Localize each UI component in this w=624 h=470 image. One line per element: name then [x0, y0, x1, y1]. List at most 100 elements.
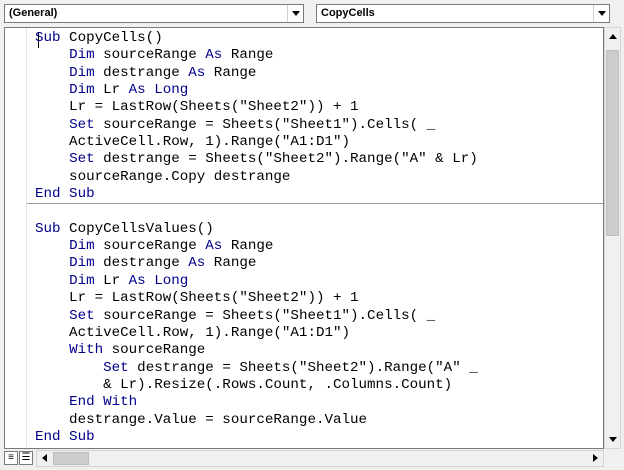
code-token: Range [222, 47, 274, 64]
code-line[interactable]: Dim sourceRange As Range [35, 238, 478, 255]
code-token: destrange [94, 255, 189, 272]
scroll-down-icon[interactable] [605, 431, 620, 448]
code-line[interactable]: End With [35, 394, 478, 411]
code-line[interactable]: Dim sourceRange As Range [35, 47, 478, 64]
code-text[interactable]: Sub CopyCells() Dim sourceRange As Range… [35, 30, 478, 446]
keyword-token: Dim [69, 64, 95, 81]
scroll-right-icon[interactable] [587, 451, 603, 466]
keyword-token: Set [69, 151, 95, 168]
code-token: Lr = LastRow(Sheets("Sheet2")) + 1 [35, 99, 359, 116]
code-token: sourceRange = Sheets("Sheet1").Cells( _ [94, 116, 436, 133]
keyword-token: Sub [35, 220, 61, 237]
code-editor[interactable]: Sub CopyCells() Dim sourceRange As Range… [4, 27, 604, 449]
keyword-token: Set [69, 116, 95, 133]
code-token: destrange [94, 64, 189, 81]
procedure-combo-value: CopyCells [321, 7, 375, 19]
code-token: & Lr).Resize(.Rows.Count, .Columns.Count… [35, 376, 453, 393]
code-line[interactable]: End Sub [35, 429, 478, 446]
keyword-token: Set [103, 359, 129, 376]
horizontal-scrollbar[interactable] [36, 450, 604, 467]
chevron-down-icon[interactable] [593, 5, 609, 22]
keyword-token: As [205, 238, 223, 255]
margin-indicator-bar[interactable] [26, 28, 27, 448]
code-token: ActiveCell.Row, 1).Range("A1:D1") [35, 134, 351, 151]
vertical-scroll-thumb[interactable] [606, 50, 619, 236]
code-token: Range [222, 238, 274, 255]
bottom-bar: ≡ ☰ [0, 449, 624, 470]
code-token: sourceRange = Sheets("Sheet1").Cells( _ [94, 307, 436, 324]
keyword-token: End Sub [35, 186, 95, 203]
scroll-left-icon[interactable] [37, 451, 53, 466]
code-token: ActiveCell.Row, 1).Range("A1:D1") [35, 324, 351, 341]
code-line[interactable]: Set destrange = Sheets("Sheet2").Range("… [35, 360, 478, 377]
keyword-token: As Long [128, 82, 189, 99]
horizontal-scroll-thumb[interactable] [53, 452, 89, 465]
code-token: CopyCells() [60, 30, 163, 46]
code-line[interactable]: Dim Lr As Long [35, 82, 478, 99]
code-line[interactable]: sourceRange.Copy destrange [35, 169, 478, 186]
keyword-token: Set [69, 307, 95, 324]
procedure-combo[interactable]: CopyCells [316, 4, 610, 23]
keyword-token: As [205, 47, 223, 64]
code-token: CopyCellsValues() [60, 220, 214, 237]
code-line[interactable]: destrange.Value = sourceRange.Value [35, 412, 478, 429]
vertical-scrollbar[interactable] [604, 27, 621, 449]
procedure-view-icon[interactable]: ≡ [4, 451, 18, 465]
code-line[interactable]: & Lr).Resize(.Rows.Count, .Columns.Count… [35, 377, 478, 394]
code-token: Range [205, 64, 257, 81]
keyword-token: As [188, 64, 206, 81]
code-token: Lr = LastRow(Sheets("Sheet2")) + 1 [35, 290, 359, 307]
code-line[interactable]: ActiveCell.Row, 1).Range("A1:D1") [35, 134, 478, 151]
code-line[interactable]: Lr = LastRow(Sheets("Sheet2")) + 1 [35, 99, 478, 116]
code-line[interactable]: Dim destrange As Range [35, 255, 478, 272]
code-line[interactable]: Sub CopyCells() [35, 30, 478, 47]
keyword-token: As [188, 255, 206, 272]
keyword-token: Dim [69, 272, 95, 289]
code-line[interactable]: With sourceRange [35, 342, 478, 359]
object-combo-value: (General) [9, 7, 58, 19]
keyword-token: As Long [128, 272, 189, 289]
object-combo[interactable]: (General) [4, 4, 304, 23]
code-token: Lr [94, 82, 129, 99]
code-line[interactable]: Set sourceRange = Sheets("Sheet1").Cells… [35, 117, 478, 134]
code-token: Range [205, 255, 257, 272]
keyword-token: With [69, 342, 104, 359]
code-line[interactable]: Set destrange = Sheets("Sheet2").Range("… [35, 151, 478, 168]
code-line[interactable]: End Sub [35, 186, 478, 203]
code-line[interactable] [35, 203, 478, 220]
keyword-token: Dim [69, 82, 95, 99]
code-token: sourceRange.Copy destrange [35, 168, 291, 185]
code-token: sourceRange [103, 342, 206, 359]
keyword-token: End Sub [35, 428, 95, 445]
code-line[interactable]: Lr = LastRow(Sheets("Sheet2")) + 1 [35, 290, 478, 307]
keyword-token: Dim [69, 47, 95, 64]
code-line[interactable]: Dim Lr As Long [35, 273, 478, 290]
code-line[interactable]: Sub CopyCellsValues() [35, 221, 478, 238]
code-line[interactable]: ActiveCell.Row, 1).Range("A1:D1") [35, 325, 478, 342]
full-module-view-icon[interactable]: ☰ [19, 451, 33, 465]
keyword-token: Dim [69, 255, 95, 272]
code-token: destrange = Sheets("Sheet2").Range("A" _ [128, 359, 478, 376]
code-token: sourceRange [94, 47, 206, 64]
code-token: destrange.Value = sourceRange.Value [35, 411, 368, 428]
keyword-token: End With [69, 394, 138, 411]
chevron-down-icon[interactable] [287, 5, 303, 22]
keyword-token: Sub [35, 30, 61, 46]
code-line[interactable]: Dim destrange As Range [35, 65, 478, 82]
code-line[interactable]: Set sourceRange = Sheets("Sheet1").Cells… [35, 308, 478, 325]
scroll-up-icon[interactable] [605, 28, 620, 45]
code-token: Lr [94, 272, 129, 289]
code-token: sourceRange [94, 238, 206, 255]
